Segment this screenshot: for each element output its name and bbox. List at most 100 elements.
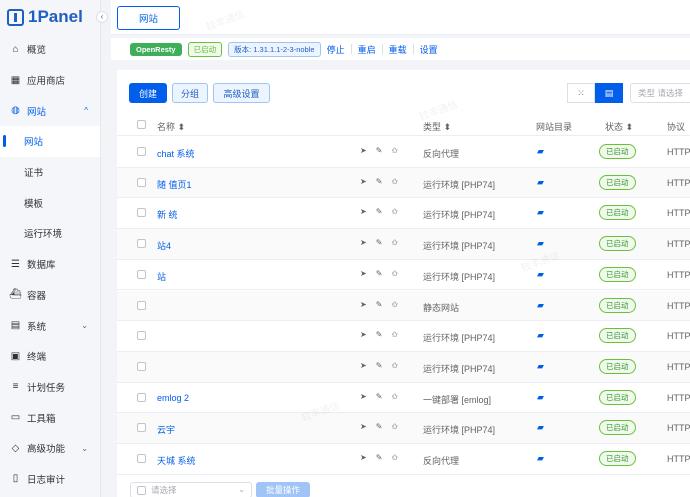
site-name-link[interactable]: 云宇 (157, 423, 175, 436)
column-name[interactable]: 名称 ⬍ (157, 120, 185, 133)
send-icon[interactable]: ➤ (360, 361, 367, 370)
status-badge[interactable]: 已启动 (599, 451, 636, 466)
site-name-link[interactable]: 站 (157, 270, 166, 283)
status-badge[interactable]: 已启动 (599, 144, 636, 159)
sidebar-subitem-runtime[interactable]: 运行环境 (0, 218, 100, 249)
pin-icon[interactable]: ✩ (391, 422, 398, 431)
pin-icon[interactable]: ✩ (391, 269, 398, 278)
row-checkbox[interactable] (137, 300, 146, 310)
row-checkbox[interactable] (137, 331, 146, 341)
site-name-link[interactable]: 新 统 (157, 208, 178, 221)
send-icon[interactable]: ➤ (360, 300, 367, 309)
app-logo[interactable]: 1Panel (0, 0, 100, 34)
sidebar-item-container[interactable]: ⛴ 容器 (0, 280, 100, 311)
pin-icon[interactable]: ✩ (391, 300, 398, 309)
edit-icon[interactable]: ✎ (376, 300, 383, 309)
folder-icon[interactable]: ▰ (537, 361, 544, 372)
send-icon[interactable]: ➤ (360, 392, 367, 401)
edit-icon[interactable]: ✎ (376, 422, 383, 431)
tab-website[interactable]: 网站 (117, 6, 180, 30)
folder-icon[interactable]: ▰ (537, 207, 544, 218)
row-checkbox[interactable] (137, 177, 146, 187)
folder-icon[interactable]: ▰ (537, 238, 544, 249)
stop-button[interactable]: 停止 (327, 43, 345, 56)
sidebar-item-websites[interactable]: ◍ 网站 ^ (0, 95, 100, 126)
select-all-checkbox[interactable] (137, 120, 146, 129)
status-badge[interactable]: 已启动 (599, 174, 636, 190)
folder-icon[interactable]: ▰ (537, 146, 544, 157)
send-icon[interactable]: ➤ (360, 177, 367, 186)
advanced-settings-button[interactable]: 高级设置 (213, 83, 270, 103)
sidebar-item-system[interactable]: ▤ 系统 ⌄ (0, 310, 100, 341)
sidebar-item-toolbox[interactable]: ▭ 工具箱 (0, 402, 100, 433)
status-badge[interactable]: 已启动 (599, 297, 636, 313)
edit-icon[interactable]: ✎ (376, 146, 383, 155)
folder-icon[interactable]: ▰ (537, 177, 544, 188)
send-icon[interactable]: ➤ (360, 269, 367, 278)
edit-icon[interactable]: ✎ (376, 269, 383, 278)
status-badge[interactable]: 已启动 (599, 420, 636, 436)
edit-icon[interactable]: ✎ (376, 453, 383, 462)
site-name-link[interactable]: 站4 (157, 239, 171, 252)
row-checkbox[interactable] (137, 454, 146, 463)
settings-button[interactable]: 设置 (420, 43, 438, 56)
column-status[interactable]: 状态 ⬍ (605, 120, 633, 133)
pin-icon[interactable]: ✩ (391, 146, 398, 155)
column-type[interactable]: 类型 ⬍ (423, 120, 451, 133)
status-badge[interactable]: 已启动 (599, 358, 636, 374)
grid-view-icon[interactable]: ⁙ (567, 83, 595, 103)
sidebar-item-terminal[interactable]: ▣ 终端 (0, 341, 100, 372)
sidebar-item-logs[interactable]: ▯ 日志审计 (0, 464, 100, 495)
batch-operation-button[interactable]: 批量操作 (256, 482, 310, 497)
folder-icon[interactable]: ▰ (537, 269, 544, 280)
pin-icon[interactable]: ✩ (391, 392, 398, 401)
reload-button[interactable]: 重载 (389, 43, 407, 56)
row-checkbox[interactable] (137, 269, 146, 279)
folder-icon[interactable]: ▰ (537, 453, 544, 464)
batch-select[interactable]: 请选择 ⌄ (130, 482, 252, 497)
edit-icon[interactable]: ✎ (376, 238, 383, 247)
folder-icon[interactable]: ▰ (537, 330, 544, 341)
type-filter-select[interactable]: 类型 请选择 (630, 83, 690, 103)
status-badge[interactable]: 已启动 (599, 236, 636, 252)
site-name-link[interactable]: 天城 系统 (157, 454, 196, 467)
send-icon[interactable]: ➤ (360, 238, 367, 247)
row-checkbox[interactable] (137, 361, 146, 371)
pin-icon[interactable]: ✩ (391, 207, 398, 216)
row-checkbox[interactable] (137, 147, 146, 156)
edit-icon[interactable]: ✎ (376, 330, 383, 339)
folder-icon[interactable]: ▰ (537, 392, 544, 403)
status-badge[interactable]: 已启动 (599, 266, 636, 282)
status-badge[interactable]: 已启动 (599, 205, 636, 221)
send-icon[interactable]: ➤ (360, 453, 367, 462)
pin-icon[interactable]: ✩ (391, 330, 398, 339)
create-button[interactable]: 创建 (129, 83, 167, 103)
sidebar-item-app-store[interactable]: ▦ 应用商店 (0, 65, 100, 96)
pin-icon[interactable]: ✩ (391, 238, 398, 247)
send-icon[interactable]: ➤ (360, 330, 367, 339)
edit-icon[interactable]: ✎ (376, 177, 383, 186)
row-checkbox[interactable] (137, 239, 146, 249)
sidebar-item-cron[interactable]: ≡ 计划任务 (0, 372, 100, 403)
send-icon[interactable]: ➤ (360, 146, 367, 155)
site-name-link[interactable]: emlog 2 (157, 393, 189, 403)
batch-select-checkbox[interactable] (137, 486, 146, 495)
edit-icon[interactable]: ✎ (376, 207, 383, 216)
collapse-sidebar-button[interactable]: ‹ (96, 11, 108, 23)
pin-icon[interactable]: ✩ (391, 177, 398, 186)
sidebar-item-overview[interactable]: ⌂ 概览 (0, 34, 100, 65)
sidebar-item-database[interactable]: ☰ 数据库 (0, 249, 100, 280)
folder-icon[interactable]: ▰ (537, 300, 544, 311)
status-badge[interactable]: 已启动 (599, 389, 636, 405)
site-name-link[interactable]: 随 值页1 (157, 178, 192, 191)
sidebar-item-advanced[interactable]: ◇ 高级功能 ⌄ (0, 433, 100, 464)
sidebar-subitem-website[interactable]: 网站 (0, 126, 100, 157)
edit-icon[interactable]: ✎ (376, 392, 383, 401)
row-checkbox[interactable] (137, 423, 146, 433)
pin-icon[interactable]: ✩ (391, 361, 398, 370)
status-badge[interactable]: 已启动 (599, 328, 636, 344)
sidebar-subitem-templates[interactable]: 模板 (0, 187, 100, 218)
folder-icon[interactable]: ▰ (537, 422, 544, 433)
send-icon[interactable]: ➤ (360, 422, 367, 431)
send-icon[interactable]: ➤ (360, 207, 367, 216)
